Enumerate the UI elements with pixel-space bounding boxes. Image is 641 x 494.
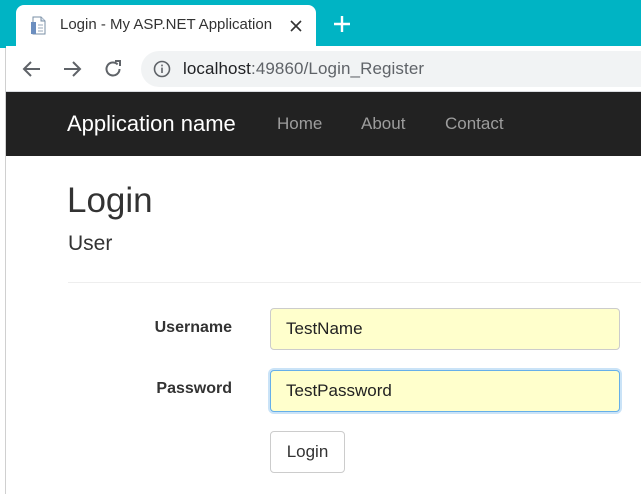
url-path: :49860/Login_Register — [251, 59, 425, 78]
address-bar[interactable]: localhost:49860/Login_Register — [141, 51, 641, 87]
divider — [68, 282, 641, 283]
arrow-right-icon[interactable] — [60, 57, 84, 81]
page-subtitle: User — [68, 232, 113, 255]
browser-window: Login - My ASP.NET Application localhost… — [0, 0, 641, 494]
active-tab[interactable]: Login - My ASP.NET Application — [16, 5, 316, 46]
app-navbar: Application name Home About Contact — [6, 92, 641, 156]
info-icon[interactable] — [153, 60, 171, 78]
username-label: Username — [154, 319, 232, 336]
close-icon[interactable] — [286, 16, 306, 36]
password-label: Password — [156, 380, 232, 397]
browser-toolbar: localhost:49860/Login_Register — [0, 46, 641, 92]
nav-link-home[interactable]: Home — [277, 114, 322, 134]
username-input[interactable] — [270, 308, 620, 350]
password-input[interactable] — [270, 370, 620, 412]
arrow-left-icon[interactable] — [20, 57, 44, 81]
reload-icon[interactable] — [101, 57, 125, 81]
plus-icon[interactable] — [330, 12, 354, 36]
login-button[interactable]: Login — [270, 431, 345, 473]
nav-link-contact[interactable]: Contact — [445, 114, 504, 134]
document-icon — [31, 16, 46, 35]
url-text: localhost:49860/Login_Register — [183, 59, 424, 79]
background-window-tabstrip — [0, 0, 6, 48]
url-host: localhost — [183, 59, 251, 78]
page-title: Login — [67, 181, 153, 220]
tab-strip: Login - My ASP.NET Application — [0, 0, 641, 46]
tab-title: Login - My ASP.NET Application — [60, 16, 273, 33]
background-window-edge — [0, 0, 6, 494]
nav-link-about[interactable]: About — [361, 114, 405, 134]
brand-link[interactable]: Application name — [67, 111, 236, 137]
